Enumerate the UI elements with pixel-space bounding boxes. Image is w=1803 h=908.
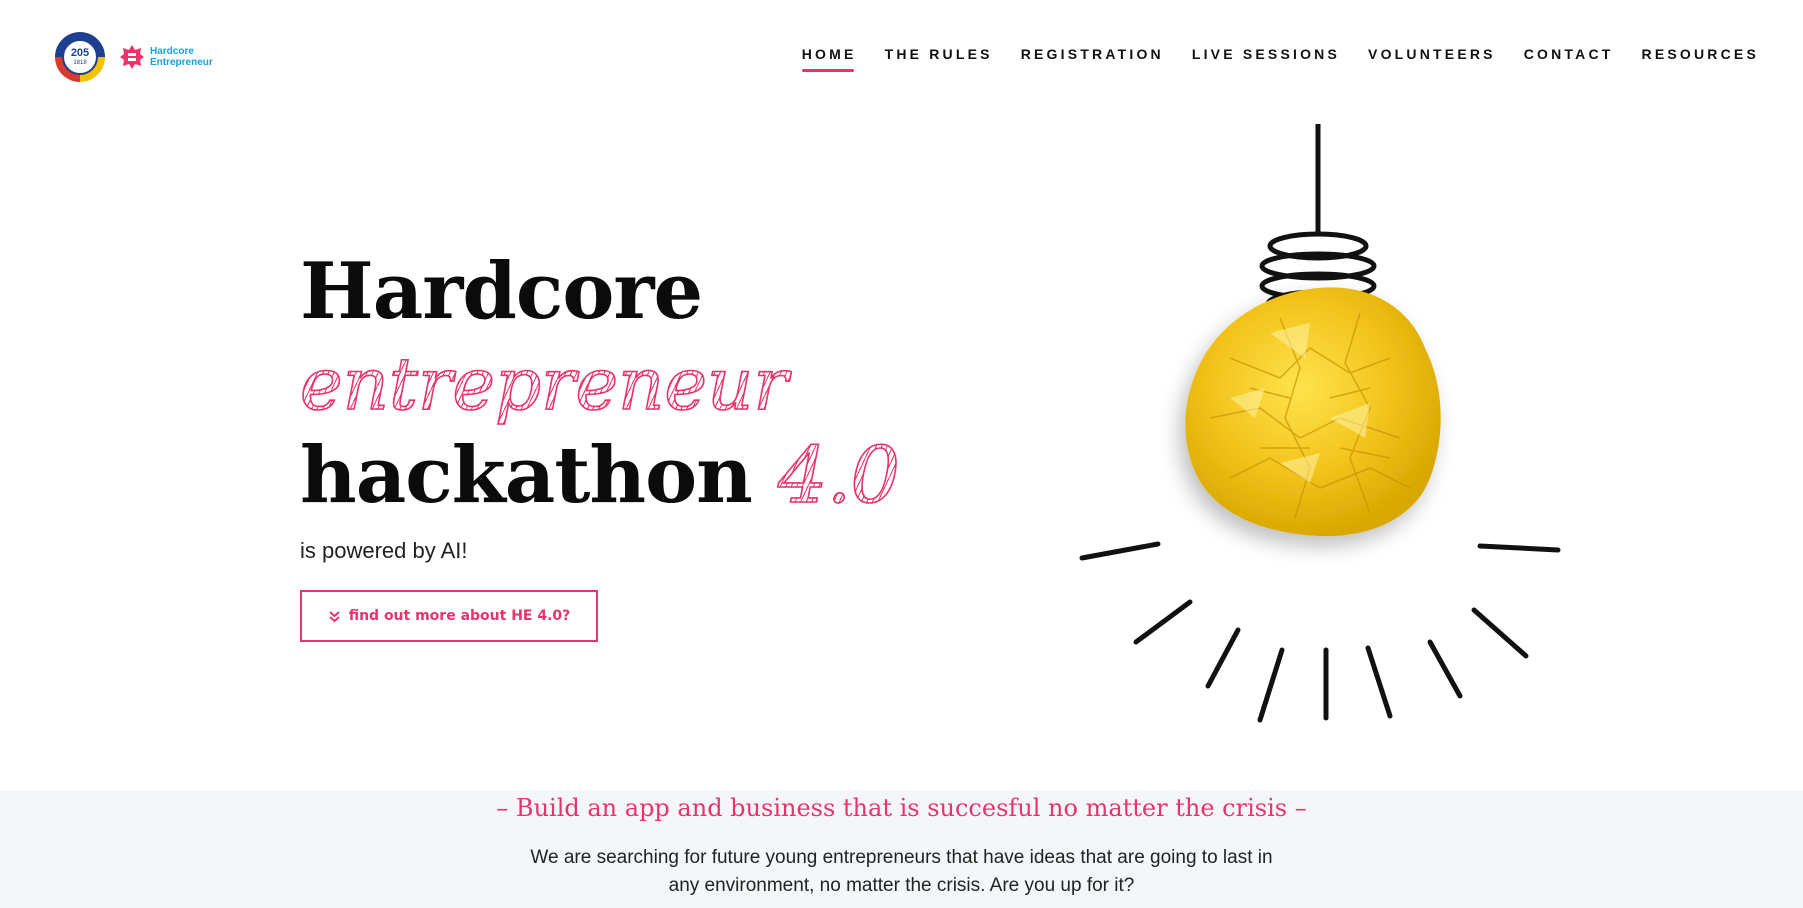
hardcore-entrepreneur-logo[interactable]: Hardcore Entrepreneur <box>119 44 213 70</box>
find-out-more-label: find out more about HE 4.0? <box>348 608 571 624</box>
intro-description: We are searching for future young entrep… <box>0 844 1803 900</box>
hero-section: Hardcore entrepreneur hackathon 4.0 is p… <box>299 246 901 642</box>
hero-title-line-1: Hardcore <box>300 246 703 337</box>
hero-title-line-2: entrepreneur <box>299 338 899 430</box>
find-out-more-button[interactable]: find out more about HE 4.0? <box>300 590 598 642</box>
hero-subtitle: is powered by AI! <box>300 538 468 563</box>
brand-line-1: Hardcore <box>150 46 194 57</box>
intro-description-line-2: any environment, no matter the crisis. A… <box>668 875 1135 896</box>
brand-line-2: Entrepreneur <box>150 57 213 68</box>
nav-item-volunteers[interactable]: VOLUNTEERS <box>1368 46 1496 72</box>
nav-item-resources[interactable]: RESOURCES <box>1642 46 1759 72</box>
seal-number: 205 <box>70 47 90 59</box>
brand-star-icon <box>120 45 144 69</box>
double-chevron-down-icon <box>329 610 340 622</box>
hero-title-version: 4.0 <box>777 430 901 522</box>
nav-item-home[interactable]: HOME <box>801 46 857 72</box>
header-logos: 205 1818 Hardcore Entrepreneur <box>55 32 213 82</box>
nav-item-registration[interactable]: REGISTRATION <box>1021 46 1164 72</box>
nav-item-live-sessions[interactable]: LIVE SESSIONS <box>1192 46 1340 72</box>
crumpled-paper-ball <box>1185 287 1441 537</box>
intro-description-line-1: We are searching for future young entrep… <box>530 847 1273 868</box>
crumpled-paper-bulb-illustration <box>1079 124 1561 723</box>
seal-year: 1818 <box>73 60 87 66</box>
main-nav: HOME THE RULES REGISTRATION LIVE SESSION… <box>801 46 1759 72</box>
bulb-rays <box>1079 541 1561 723</box>
hero-title-word: hackathon <box>300 430 753 521</box>
nav-item-the-rules[interactable]: THE RULES <box>885 46 993 72</box>
hero-title-line-3: hackathon 4.0 <box>300 430 901 522</box>
intro-tagline: – Build an app and business that is succ… <box>496 794 1307 822</box>
nav-item-contact[interactable]: CONTACT <box>1524 46 1614 72</box>
university-seal-logo[interactable]: 205 1818 <box>55 32 105 82</box>
